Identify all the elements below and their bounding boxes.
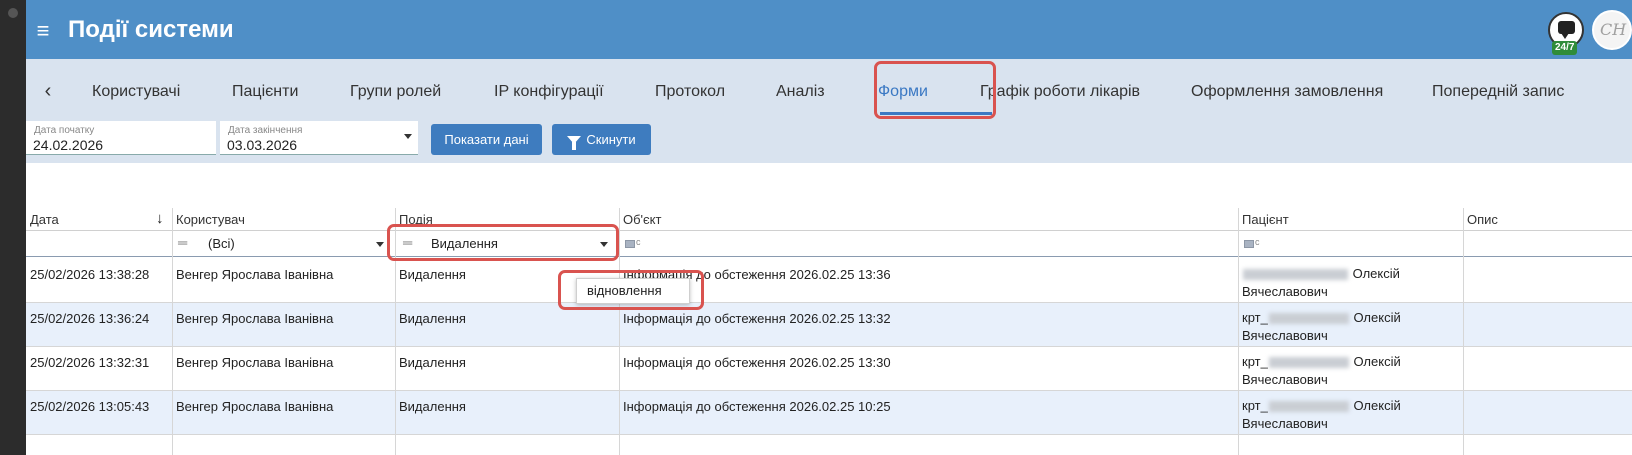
patient-name: Олексій — [1353, 354, 1401, 369]
patient-name: Олексій — [1352, 266, 1400, 281]
patient-name: Олексій — [1353, 398, 1401, 413]
cell-patient: крт_ Олексій Вячеславович — [1242, 397, 1462, 433]
patient-patronymic: Вячеславович — [1242, 284, 1328, 299]
cell-user: Венгер Ярослава Іванівна — [176, 267, 334, 282]
column-divider — [1463, 208, 1464, 455]
patient-prefix: крт_ — [1242, 398, 1268, 413]
cell-user: Венгер Ярослава Іванівна — [176, 355, 334, 370]
patient-patronymic: Вячеславович — [1242, 372, 1328, 387]
end-date-field[interactable]: Дата закінчення 03.03.2026 — [220, 121, 418, 155]
tab-patients[interactable]: Пацієнти — [232, 83, 298, 101]
cell-object: Інформація до обстеження 2026.02.25 13:3… — [623, 355, 891, 370]
sort-desc-icon[interactable]: ↓ — [156, 210, 164, 227]
tab-role-groups[interactable]: Групи ролей — [350, 83, 441, 101]
col-header-object[interactable]: Об'єкт — [623, 212, 661, 227]
text-filter-suffix: c — [636, 237, 641, 247]
cell-date: 25/02/2026 13:32:31 — [30, 355, 150, 370]
tab-pre-booking[interactable]: Попередній запис — [1432, 83, 1564, 101]
column-divider — [1238, 208, 1239, 455]
chat-badge: 24/7 — [1552, 41, 1578, 55]
reset-button-label: Скинути — [586, 132, 636, 147]
cell-date: 25/02/2026 13:05:43 — [30, 399, 150, 414]
end-date-underline — [220, 154, 418, 155]
cell-user: Венгер Ярослава Іванівна — [176, 311, 334, 326]
filter-operator-icon[interactable]: ═ — [178, 235, 187, 250]
col-header-date[interactable]: Дата — [30, 212, 59, 227]
cell-patient: крт_ Олексій Вячеславович — [1242, 309, 1462, 345]
table-row[interactable]: 25/02/2026 13:05:43 Венгер Ярослава Іван… — [26, 391, 1632, 435]
cell-date: 25/02/2026 13:38:28 — [30, 267, 150, 282]
col-header-description[interactable]: Опис — [1467, 212, 1498, 227]
left-window-strip — [0, 0, 26, 455]
chevron-down-icon[interactable] — [404, 134, 412, 139]
col-header-patient[interactable]: Пацієнт — [1242, 212, 1289, 227]
tab-analysis[interactable]: Аналіз — [776, 83, 825, 101]
events-grid: Дата ↓ Користувач Подія Об'єкт Пацієнт О… — [26, 208, 1632, 455]
cell-patient: крт_ Олексій Вячеславович — [1242, 353, 1462, 389]
start-date-underline — [26, 154, 216, 155]
tab-bar: ‹ Користувачі Пацієнти Групи ролей IP ко… — [26, 59, 1632, 121]
tab-doctor-schedule[interactable]: Графік роботи лікарів — [980, 83, 1140, 101]
tab-users[interactable]: Користувачі — [92, 83, 180, 101]
cell-date: 25/02/2026 13:36:24 — [30, 311, 150, 326]
cell-user: Венгер Ярослава Іванівна — [176, 399, 334, 414]
tab-order-checkout[interactable]: Оформлення замовлення — [1191, 83, 1383, 101]
grid-header: Дата ↓ Користувач Подія Об'єкт Пацієнт О… — [26, 208, 1632, 231]
start-date-field[interactable]: Дата початку 24.02.2026 — [26, 121, 216, 155]
column-divider — [619, 208, 620, 455]
table-row[interactable]: 25/02/2026 13:32:31 Венгер Ярослава Іван… — [26, 347, 1632, 391]
group-panel — [26, 163, 1632, 208]
cell-event: Видалення — [399, 355, 466, 370]
cell-event: Видалення — [399, 267, 466, 282]
chevron-left-icon[interactable]: ‹ — [38, 81, 58, 101]
start-date-value: 24.02.2026 — [33, 137, 104, 153]
tab-ip-config[interactable]: IP конфігурації — [494, 83, 604, 101]
table-row[interactable]: 25/02/2026 13:38:28 Венгер Ярослава Іван… — [26, 259, 1632, 303]
highlight-event-filter — [387, 224, 619, 261]
end-date-value: 03.03.2026 — [227, 137, 298, 153]
col-header-user[interactable]: Користувач — [176, 212, 245, 227]
highlight-restore-option — [558, 270, 704, 310]
redacted-block — [1268, 357, 1349, 369]
highlight-tab-forms — [874, 61, 996, 119]
show-data-button[interactable]: Показати дані — [431, 124, 542, 155]
cell-event: Видалення — [399, 311, 466, 326]
redacted-block — [1268, 313, 1349, 325]
cell-event: Видалення — [399, 399, 466, 414]
grid-filter-row: ═ (Всі) ═ Видалення c c — [26, 231, 1632, 257]
text-filter-icon[interactable] — [1244, 240, 1254, 248]
cell-patient: Олексій Вячеславович — [1242, 265, 1462, 301]
chevron-down-icon[interactable] — [376, 242, 384, 247]
redacted-block — [1268, 401, 1349, 413]
text-filter-icon[interactable] — [625, 240, 635, 248]
table-row[interactable]: 25/02/2026 13:36:24 Венгер Ярослава Іван… — [26, 303, 1632, 347]
end-date-label: Дата закінчення — [228, 125, 303, 136]
window-dot — [8, 8, 18, 18]
cell-object: Інформація до обстеження 2026.02.25 10:2… — [623, 399, 891, 414]
start-date-label: Дата початку — [34, 125, 95, 136]
column-divider — [172, 208, 173, 455]
filter-icon — [567, 135, 582, 150]
redacted-block — [1243, 269, 1348, 281]
tab-protocol[interactable]: Протокол — [655, 83, 725, 101]
avatar[interactable]: CH — [1592, 10, 1632, 50]
reset-button[interactable]: Скинути — [552, 124, 651, 155]
cell-object: Інформація до обстеження 2026.02.25 13:3… — [623, 311, 891, 326]
chat-icon — [1558, 21, 1575, 39]
app-header: ≡ Події системи 24/7 CH — [26, 0, 1632, 59]
patient-name: Олексій — [1353, 310, 1401, 325]
patient-patronymic: Вячеславович — [1242, 416, 1328, 431]
patient-prefix: крт_ — [1242, 354, 1268, 369]
hamburger-icon[interactable]: ≡ — [26, 14, 60, 48]
page-title: Події системи — [68, 16, 234, 43]
text-filter-suffix: c — [1255, 237, 1260, 247]
patient-patronymic: Вячеславович — [1242, 328, 1328, 343]
user-filter-value[interactable]: (Всі) — [208, 236, 235, 251]
patient-prefix: крт_ — [1242, 310, 1268, 325]
